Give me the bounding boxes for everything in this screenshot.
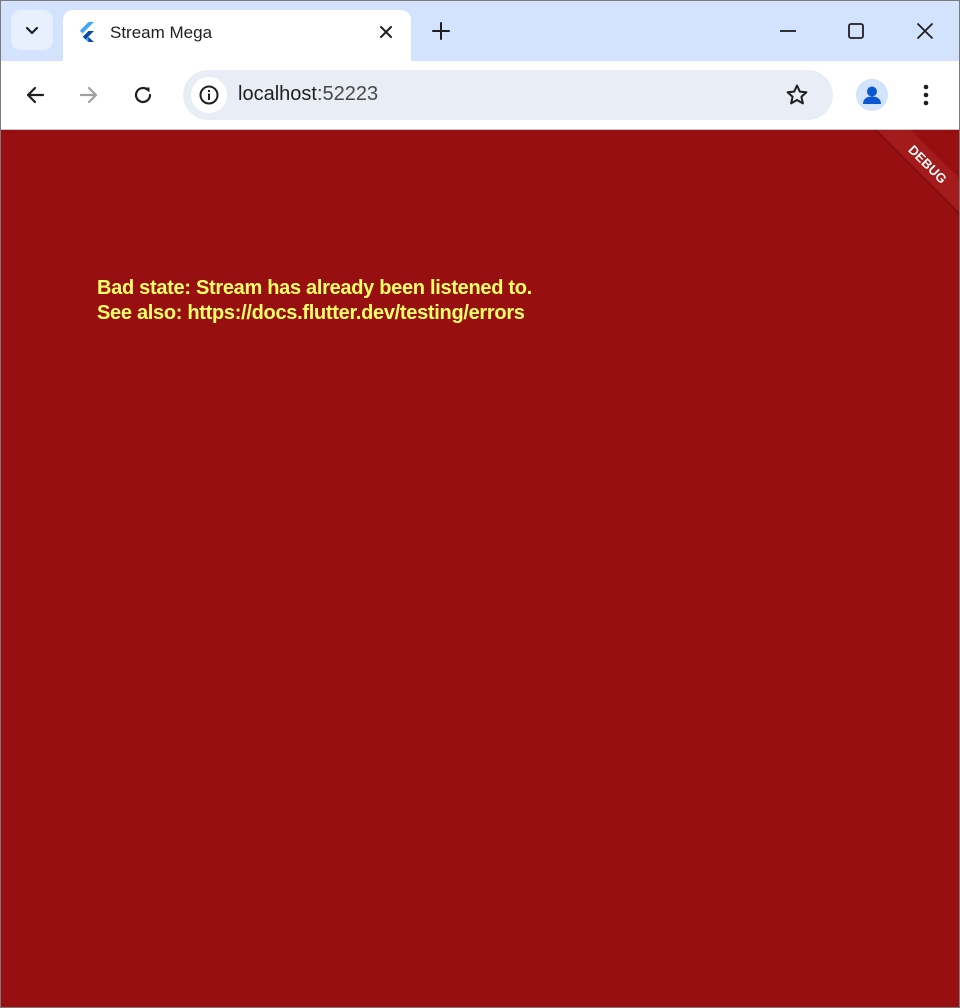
- close-icon: [916, 22, 934, 40]
- debug-banner-label: DEBUG: [905, 141, 951, 187]
- forward-button[interactable]: [71, 77, 107, 113]
- debug-banner: DEBUG: [866, 130, 959, 226]
- tab-title: Stream Mega: [110, 23, 213, 42]
- minimize-icon: [780, 30, 796, 32]
- new-tab-button[interactable]: [425, 15, 457, 47]
- maximize-button[interactable]: [836, 13, 876, 49]
- error-message: Bad state: Stream has already been liste…: [97, 276, 532, 326]
- chevron-down-icon: [25, 26, 39, 35]
- person-icon: [863, 86, 881, 104]
- tab-active[interactable]: Stream Mega: [63, 10, 411, 61]
- error-line-1: Bad state: Stream has already been liste…: [97, 277, 532, 299]
- close-icon: [380, 26, 392, 38]
- arrow-right-icon: [79, 86, 98, 104]
- flutter-logo-icon: [79, 22, 94, 42]
- bookmark-button[interactable]: [779, 77, 815, 113]
- arrow-left-icon: [26, 86, 45, 104]
- reload-button[interactable]: [125, 77, 161, 113]
- tab-search-button[interactable]: [11, 10, 53, 50]
- tab-close-button[interactable]: [373, 20, 399, 44]
- reload-icon: [134, 86, 152, 104]
- error-line-2: See also: https://docs.flutter.dev/testi…: [97, 302, 525, 324]
- info-icon: [199, 85, 219, 105]
- maximize-icon: [848, 23, 864, 39]
- more-vertical-icon: [923, 84, 929, 106]
- plus-icon: [432, 22, 450, 40]
- tab-strip: Stream Mega: [1, 1, 959, 61]
- address-bar[interactable]: localhost:52223: [183, 70, 833, 120]
- browser-menu-button[interactable]: [908, 77, 944, 113]
- star-icon: [786, 84, 808, 105]
- url-host: localhost: [238, 83, 317, 105]
- profile-button[interactable]: [856, 79, 888, 111]
- url-text[interactable]: localhost:52223: [238, 83, 378, 106]
- back-button[interactable]: [17, 77, 53, 113]
- minimize-button[interactable]: [768, 13, 808, 49]
- close-window-button[interactable]: [905, 13, 945, 49]
- flutter-error-screen: Bad state: Stream has already been liste…: [1, 130, 959, 1007]
- url-port: :52223: [316, 83, 379, 105]
- site-info-button[interactable]: [191, 77, 227, 113]
- browser-toolbar: localhost:52223: [1, 61, 959, 130]
- browser-window: Stream Mega localhost:52223 Bad state: S…: [0, 0, 960, 1008]
